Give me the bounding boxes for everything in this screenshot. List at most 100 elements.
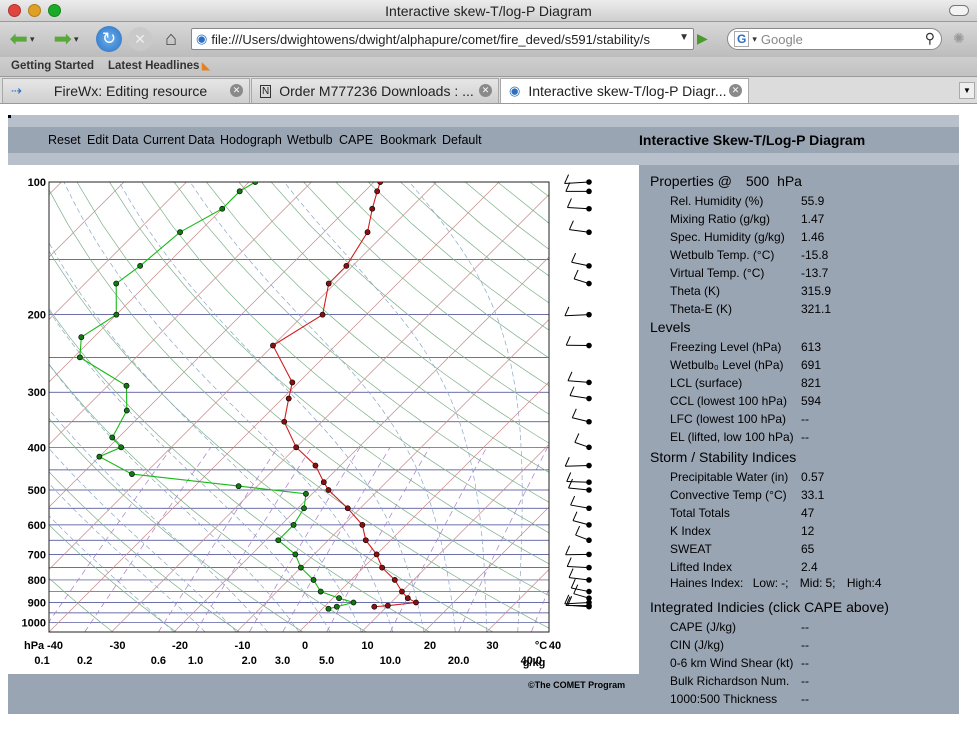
- property-label: Spec. Humidity (g/kg): [670, 230, 785, 244]
- dewpoint-point[interactable]: [137, 262, 144, 269]
- menu-edit-data[interactable]: Edit Data: [87, 133, 138, 147]
- applet-title: Interactive Skew-T/Log-P Diagram: [639, 132, 866, 148]
- temperature-point[interactable]: [391, 577, 398, 583]
- menu-bookmark[interactable]: Bookmark: [380, 133, 436, 147]
- dewpoint-point[interactable]: [113, 311, 120, 318]
- temperature-point[interactable]: [320, 479, 327, 486]
- temperature-point[interactable]: [399, 588, 405, 595]
- temperature-point[interactable]: [384, 602, 391, 609]
- forward-button[interactable]: ➡ ▾: [50, 25, 82, 53]
- temperature-point[interactable]: [359, 522, 366, 528]
- wind-barb-staff: [574, 441, 590, 448]
- tab-list-button[interactable]: ▼: [959, 82, 975, 99]
- dewpoint-point[interactable]: [350, 599, 357, 606]
- close-tab-icon[interactable]: ✕: [479, 84, 492, 97]
- temperature-point[interactable]: [364, 229, 371, 236]
- temperature-point[interactable]: [293, 444, 300, 451]
- search-icon[interactable]: ⚲: [925, 30, 935, 47]
- bookmark-getting-started[interactable]: Getting Started: [11, 60, 94, 72]
- wind-barb-staff: [570, 504, 590, 509]
- menu-current-data[interactable]: Current Data: [143, 133, 215, 147]
- menu-default[interactable]: Default: [442, 133, 482, 147]
- back-button[interactable]: ⬅ ▾: [6, 25, 38, 53]
- dewpoint-point[interactable]: [290, 522, 297, 528]
- mixing-ratio-tick-label: 0.2: [77, 655, 92, 667]
- close-tab-icon[interactable]: ✕: [729, 84, 742, 97]
- temperature-point[interactable]: [413, 599, 419, 606]
- temperature-point[interactable]: [325, 487, 332, 493]
- dewpoint-point[interactable]: [275, 537, 282, 544]
- dewpoint-point[interactable]: [333, 603, 340, 610]
- dewpoint-point[interactable]: [310, 577, 317, 583]
- temperature-point[interactable]: [319, 311, 326, 318]
- mixing-ratio-line: [49, 447, 173, 623]
- temperature-point[interactable]: [285, 395, 292, 402]
- wind-barb-staff: [564, 181, 590, 185]
- home-button[interactable]: ⌂: [158, 25, 184, 53]
- menu-wetbulb[interactable]: Wetbulb: [287, 133, 333, 147]
- level-value: 821: [801, 376, 822, 390]
- temperature-point[interactable]: [312, 462, 319, 469]
- dry-adiabat-line: [270, 182, 549, 415]
- dewpoint-point[interactable]: [177, 229, 183, 236]
- dewpoint-point[interactable]: [301, 505, 307, 512]
- tab-firewx[interactable]: ⇢ FireWx: Editing resource ✕: [2, 78, 250, 103]
- temperature-point[interactable]: [373, 551, 380, 558]
- skew-t-chart-panel[interactable]: 100 200 300 400 500 600 700 800 900 1000 hPa -40 -30…: [8, 165, 639, 674]
- tab-order-downloads[interactable]: N Order M777236 Downloads : ... ✕: [251, 78, 499, 103]
- menu-reset[interactable]: Reset: [48, 133, 81, 147]
- search-engine-icon[interactable]: G: [734, 31, 750, 47]
- wind-barb-feather: [569, 386, 575, 396]
- dry-adiabat-line: [109, 182, 549, 565]
- dewpoint-point[interactable]: [76, 354, 83, 361]
- reload-button[interactable]: ↻: [96, 26, 122, 52]
- property-value: -13.7: [801, 266, 829, 280]
- dewpoint-point[interactable]: [317, 588, 324, 595]
- bookmark-latest-headlines[interactable]: Latest Headlines: [108, 60, 199, 72]
- temperature-point[interactable]: [371, 603, 378, 610]
- temperature-point[interactable]: [325, 280, 332, 287]
- tab-skew-t[interactable]: ◉ Interactive skew-T/log-P Diagr... ✕: [500, 78, 749, 103]
- stop-button[interactable]: ✕: [128, 27, 152, 51]
- dewpoint-point[interactable]: [109, 434, 116, 441]
- dewpoint-point[interactable]: [113, 280, 120, 287]
- temperature-point[interactable]: [379, 564, 386, 571]
- dewpoint-point[interactable]: [118, 444, 125, 451]
- temperature-point[interactable]: [374, 188, 381, 195]
- dewpoint-point[interactable]: [219, 205, 226, 212]
- dewpoint-point[interactable]: [78, 334, 85, 341]
- temperature-point[interactable]: [404, 595, 411, 602]
- temperature-point[interactable]: [343, 262, 350, 269]
- temperature-point[interactable]: [362, 537, 369, 544]
- temperature-point[interactable]: [281, 418, 288, 425]
- dewpoint-point[interactable]: [236, 188, 243, 195]
- temperature-point[interactable]: [289, 379, 296, 386]
- menu-hodograph[interactable]: Hodograph: [220, 133, 282, 147]
- globe-icon: ◉: [509, 83, 521, 98]
- address-bar[interactable]: ◉ file:///Users/dwightowens/dwight/alpha…: [191, 28, 694, 50]
- dewpoint-point[interactable]: [123, 407, 130, 414]
- dewpoint-point[interactable]: [303, 490, 309, 497]
- properties-level[interactable]: 500: [746, 173, 769, 189]
- haines-high-value: 4: [874, 576, 882, 590]
- temperature-point[interactable]: [270, 342, 276, 349]
- dewpoint-point[interactable]: [292, 551, 299, 558]
- menu-cape[interactable]: CAPE: [339, 133, 373, 147]
- temperature-point[interactable]: [369, 205, 376, 212]
- close-tab-icon[interactable]: ✕: [230, 84, 243, 97]
- dewpoint-point[interactable]: [96, 453, 103, 460]
- dewpoint-point[interactable]: [297, 564, 304, 571]
- dewpoint-point[interactable]: [123, 382, 130, 389]
- search-input[interactable]: G ▾ Google ⚲: [727, 28, 942, 50]
- history-dropdown-icon[interactable]: ▼: [679, 32, 689, 43]
- go-button[interactable]: ▶: [697, 30, 708, 47]
- dewpoint-point[interactable]: [235, 483, 242, 490]
- dewpoint-point[interactable]: [129, 471, 135, 477]
- temperature-point[interactable]: [344, 505, 351, 512]
- dewpoint-point[interactable]: [336, 595, 342, 602]
- dewpoint-point[interactable]: [325, 605, 332, 612]
- temperature-point[interactable]: [377, 179, 384, 185]
- skew-t-chart[interactable]: 1002003004005006007008009001000hPa -40 -30…: [8, 165, 639, 674]
- toolbar-toggle-button[interactable]: [949, 5, 969, 16]
- dewpoint-point[interactable]: [252, 179, 259, 185]
